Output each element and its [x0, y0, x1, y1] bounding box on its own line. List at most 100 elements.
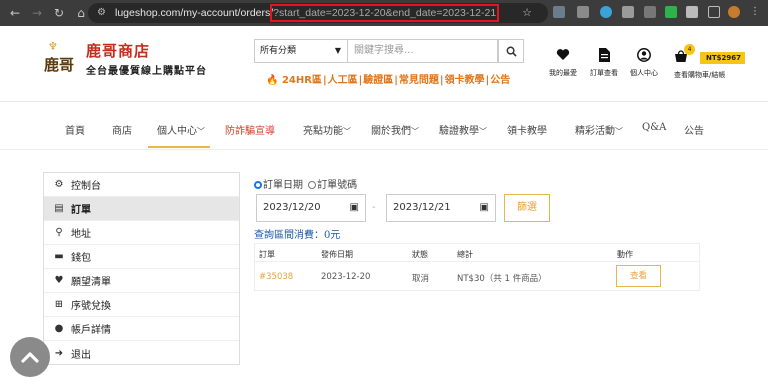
order-total: NT$30（共 1 件商品）: [457, 274, 547, 284]
nav-announcements[interactable]: 公告: [684, 122, 704, 137]
start-date-input[interactable]: 2023/12/20 ▣: [256, 194, 366, 222]
nav-card-tutorial[interactable]: 領卡教學: [507, 122, 547, 137]
heart-icon: [556, 49, 570, 60]
reload-icon[interactable]: ↻: [50, 4, 68, 22]
quick-link[interactable]: 驗證區: [363, 75, 393, 86]
sidebar-item-orders[interactable]: ▤ 訂單: [44, 197, 239, 221]
antler-icon: ♆: [48, 40, 58, 53]
nav-account[interactable]: 個人中心﹀: [157, 122, 205, 137]
nav-verify-label: 驗證教學: [439, 126, 479, 137]
puzzle-icon[interactable]: [686, 6, 698, 18]
account-link[interactable]: 個人中心: [624, 48, 664, 78]
scroll-to-top-button[interactable]: [10, 337, 50, 377]
back-arrow-icon[interactable]: ←: [6, 4, 24, 22]
sidebar-item-label: 控制台: [71, 181, 101, 192]
quick-link[interactable]: 公告: [490, 75, 510, 86]
extension-icon[interactable]: [644, 6, 656, 18]
file-icon: ▤: [54, 203, 64, 214]
url-text[interactable]: lugeshop.com/my-account/orders/?start_da…: [115, 4, 500, 22]
radio-order-date[interactable]: 訂單日期: [254, 180, 303, 191]
search-button[interactable]: [498, 39, 524, 63]
quick-link[interactable]: 領卡教學: [445, 75, 485, 86]
sidebar-item-address[interactable]: ⚲ 地址: [44, 221, 239, 245]
column-header-order: 訂單: [259, 250, 275, 259]
category-select[interactable]: 所有分類 ▼: [254, 39, 348, 63]
view-order-button[interactable]: 查看: [616, 265, 661, 287]
chevron-down-icon: ﹀: [479, 127, 487, 136]
calendar-icon[interactable]: ▣: [480, 195, 489, 221]
extension-icon[interactable]: [622, 6, 634, 18]
sidebar-item-dashboard[interactable]: ⚙ 控制台: [44, 173, 239, 197]
profile-avatar[interactable]: [728, 6, 740, 18]
table-header: 訂單 發佈日期 狀態 總計 動作: [255, 244, 699, 262]
nav-events[interactable]: 精彩活動﹀: [575, 122, 623, 137]
shield-icon[interactable]: [665, 6, 677, 18]
gauge-icon: ⚙: [54, 179, 64, 190]
nav-features-label: 亮點功能: [303, 126, 343, 137]
search-icon: [506, 46, 517, 57]
bookmark-star-icon[interactable]: ☆: [522, 6, 532, 19]
sidebar-item-label: 序號兌換: [71, 301, 111, 312]
sidebar-item-redeem[interactable]: ⊞ 序號兌換: [44, 293, 239, 317]
fire-icon: 🔥: [266, 75, 279, 86]
wallet-icon: ▬: [54, 251, 64, 262]
period-total-text: 查詢區間消費：0元: [254, 230, 341, 241]
map-pin-icon: ⚲: [55, 227, 63, 238]
chevron-down-icon: ﹀: [343, 127, 351, 136]
nav-features[interactable]: 亮點功能﹀: [303, 122, 351, 137]
nav-anti-fraud[interactable]: 防詐騙宣導: [225, 122, 275, 137]
sidebar-item-wallet[interactable]: ▬ 錢包: [44, 245, 239, 269]
extension-icon[interactable]: [553, 6, 565, 18]
user-icon: ●: [54, 323, 64, 334]
order-date: 2023-12-20: [321, 272, 371, 282]
sidebar-item-logout[interactable]: ➜ 退出: [44, 341, 239, 365]
sidebar-item-label: 退出: [71, 349, 91, 361]
nav-about-label: 關於我們: [371, 126, 411, 137]
search-input[interactable]: 關鍵字搜尋...: [348, 39, 498, 63]
radio-order-number[interactable]: 訂單號碼: [308, 180, 357, 191]
orders-link[interactable]: 訂單查看: [584, 48, 624, 78]
wishlist-link[interactable]: 我的最愛: [543, 48, 583, 78]
account-label: 個人中心: [630, 69, 658, 77]
brand-title[interactable]: 鹿哥商店: [86, 40, 150, 61]
order-status: 取消: [412, 274, 430, 284]
extension-icon[interactable]: [600, 6, 612, 18]
quick-link[interactable]: 人工區: [328, 75, 358, 86]
user-icon: [637, 48, 651, 62]
calendar-icon[interactable]: ▣: [350, 195, 359, 221]
order-number-link[interactable]: #35038: [259, 272, 293, 282]
radio-button-selected: [254, 181, 262, 189]
end-date-value: 2023/12/21: [393, 202, 451, 213]
sidebar-item-label: 訂單: [71, 205, 91, 216]
sidebar-item-wishlist[interactable]: ♥ 願望清單: [44, 269, 239, 293]
filter-button[interactable]: 篩選: [504, 194, 550, 222]
quick-link[interactable]: 常見問題: [399, 75, 439, 86]
quick-link[interactable]: 24HR區: [282, 75, 322, 86]
sidebar-item-account-details[interactable]: ● 帳戶詳情: [44, 317, 239, 341]
nav-home[interactable]: 首頁: [65, 122, 85, 137]
end-date-input[interactable]: 2023/12/21 ▣: [386, 194, 496, 222]
url-query-highlight: ?start_date=2023-12-20&end_date=2023-12-…: [270, 4, 500, 22]
sidebar-item-label: 帳戶詳情: [71, 325, 111, 336]
chevron-down-icon: ﹀: [615, 127, 623, 136]
menu-dots-icon[interactable]: ⋮: [750, 6, 760, 18]
forward-arrow-icon[interactable]: →: [28, 4, 46, 22]
site-logo[interactable]: ♆ 鹿哥: [44, 40, 78, 76]
main-navigation: 首頁 商店 個人中心﹀ 防詐騙宣導 亮點功能﹀ 關於我們﹀ 驗證教學﹀ 領卡教學…: [0, 102, 768, 150]
nav-about[interactable]: 關於我們﹀: [371, 122, 419, 137]
nav-qa[interactable]: Q&A: [642, 122, 666, 133]
gift-icon: ⊞: [54, 299, 64, 310]
nav-shop[interactable]: 商店: [112, 122, 132, 137]
nav-verify-tutorial[interactable]: 驗證教學﹀: [439, 122, 487, 137]
radio-order-date-label: 訂單日期: [263, 180, 303, 191]
quick-links: 🔥 24HR區|人工區|驗證區|常見問題|領卡教學|公告: [266, 75, 511, 86]
address-bar[interactable]: ⚙ lugeshop.com/my-account/orders/?start_…: [88, 3, 548, 23]
column-header-status: 狀態: [412, 250, 428, 259]
cart-label: 查看購物車/結帳: [674, 71, 726, 79]
site-info-icon[interactable]: ⚙: [97, 7, 109, 19]
sidebar-panel-icon[interactable]: [708, 6, 720, 18]
orders-table: 訂單 發佈日期 狀態 總計 動作 #35038 2023-12-20 取消 NT…: [254, 243, 700, 291]
heart-icon: ♥: [54, 275, 64, 286]
date-range-separator: -: [372, 202, 376, 213]
extension-icon[interactable]: [577, 6, 589, 18]
